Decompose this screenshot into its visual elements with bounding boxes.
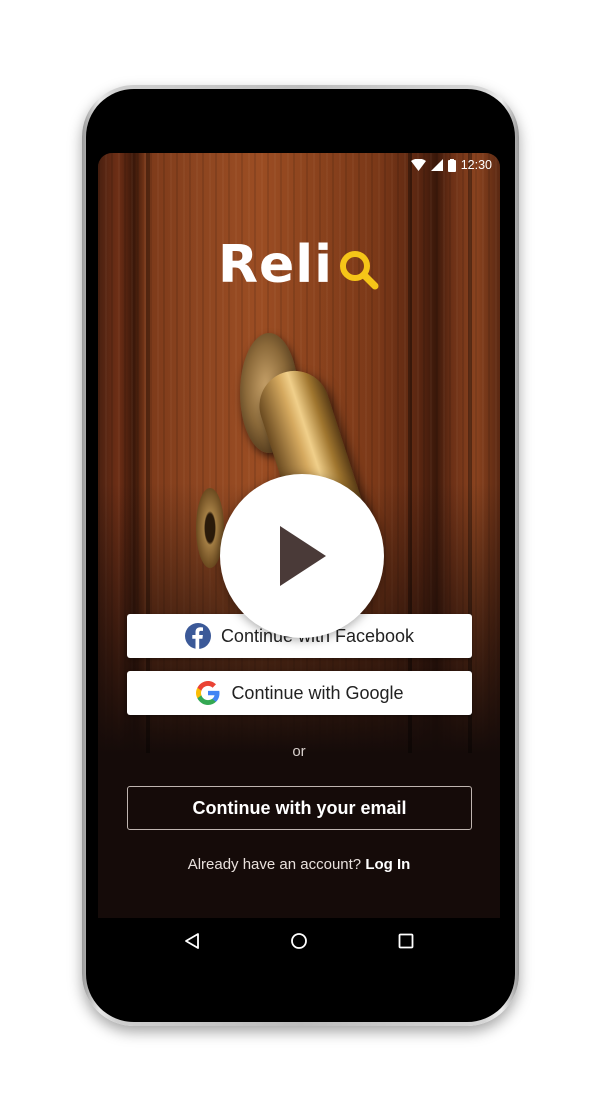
status-bar: 12:30 (98, 153, 500, 179)
google-icon (196, 681, 220, 705)
facebook-icon (184, 623, 211, 649)
recents-icon[interactable] (397, 932, 415, 950)
login-link[interactable]: Log In (365, 856, 410, 873)
play-icon (280, 526, 326, 586)
login-prompt-text: Already have an account? (187, 856, 362, 873)
google-button-label: Continue with Google (231, 682, 404, 703)
android-nav-bar (98, 918, 500, 964)
continue-email-button[interactable]: Continue with your email (127, 786, 472, 830)
back-icon[interactable] (183, 932, 201, 950)
door-panel-edge (468, 153, 472, 753)
logo-text: Reli (218, 235, 333, 295)
status-time: 12:30 (460, 158, 492, 172)
or-divider: or (292, 743, 306, 760)
video-play-button[interactable] (220, 474, 384, 638)
app-screen: 12:30 Reli Continue with Facebook Contin… (98, 153, 500, 918)
wifi-icon (410, 159, 426, 171)
magnifier-logo-icon (339, 251, 379, 290)
home-icon[interactable] (290, 932, 308, 950)
door-panel-edge (408, 153, 412, 753)
continue-google-button[interactable]: Continue with Google (127, 671, 472, 715)
login-prompt: Already have an account? Log In (98, 856, 500, 873)
app-logo: Reli (218, 235, 381, 295)
signal-icon (430, 159, 443, 171)
email-button-label: Continue with your email (192, 797, 407, 818)
door-panel-edge (146, 153, 150, 753)
battery-icon (447, 158, 456, 172)
